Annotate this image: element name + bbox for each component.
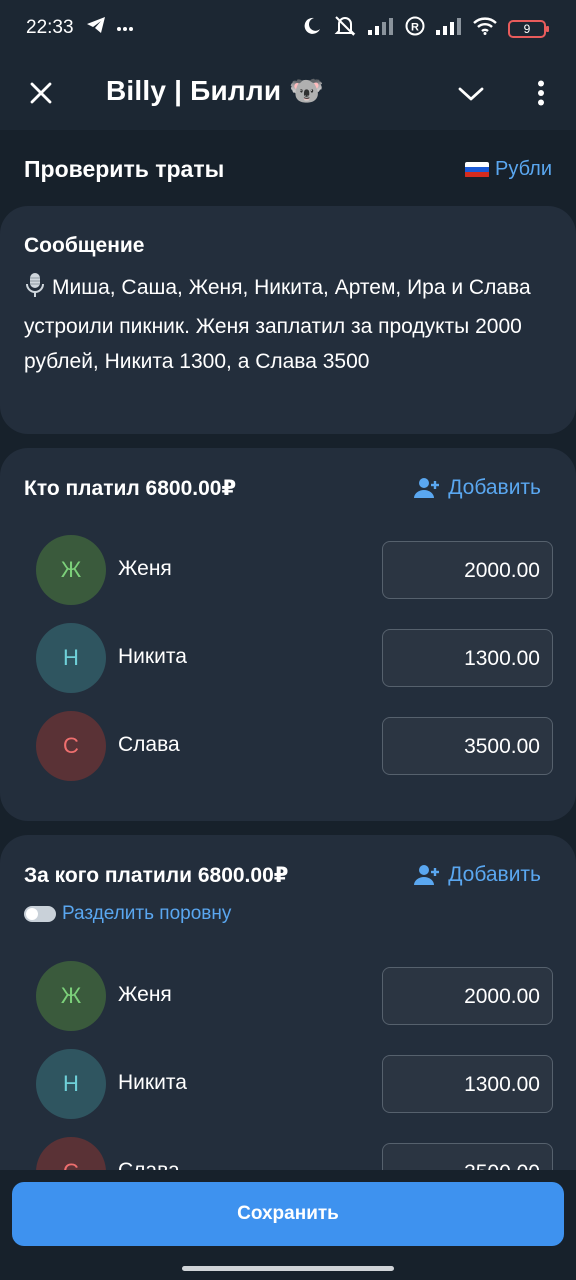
signal-icon [368,17,394,40]
avatar: Н [36,623,106,693]
payers-card: Кто платил 6800.00₽ Добавить Ж Женя 2000… [0,448,576,821]
currency-label: Рубли [495,158,552,180]
app-title: Billy | Билли 🐨 [106,75,325,106]
add-payee-label: Добавить [448,863,541,886]
payee-amount-input[interactable]: 1300.00 [382,1055,553,1113]
payers-title: Кто платил 6800.00₽ [24,477,237,500]
payee-amount-input[interactable]: 2000.00 [382,967,553,1025]
silent-icon [333,15,357,42]
battery-icon: 9 [508,19,549,38]
microphone-icon [24,272,46,309]
payees-title: За кого платили 6800.00₽ [24,864,289,887]
payee-name: Никита [118,1071,187,1094]
payer-row: Н Никита 1300.00 [0,623,576,693]
status-bar: 22:33 R 9 [0,0,576,58]
more-notifications-icon [116,19,134,37]
payer-row: С Слава 3500.00 [0,711,576,781]
currency-selector[interactable]: Рубли [465,158,552,181]
message-title: Сообщение [24,234,145,257]
screen: 22:33 R 9 Billy | Билли 🐨 Проверить трат… [0,0,576,1280]
collapse-button[interactable] [452,75,490,113]
payer-amount-input[interactable]: 3500.00 [382,717,553,775]
status-right-icons: R 9 [302,15,549,42]
avatar: Н [36,1049,106,1119]
payer-name: Никита [118,645,187,668]
payee-row: Н Никита 1300.00 [0,1049,576,1119]
add-payer-button[interactable]: Добавить [414,476,541,500]
message-text-block: Миша, Саша, Женя, Никита, Артем, Ира и С… [24,270,556,379]
home-indicator[interactable] [182,1266,394,1271]
app-header: Billy | Билли 🐨 [0,58,576,130]
payee-row: Ж Женя 2000.00 [0,961,576,1031]
avatar: С [36,711,106,781]
add-payee-button[interactable]: Добавить [414,863,541,887]
russia-flag-icon [465,161,490,178]
telegram-icon [86,16,106,39]
payer-amount-input[interactable]: 2000.00 [382,541,553,599]
message-card: Сообщение Миша, Саша, Женя, Никита, Арте… [0,206,576,434]
avatar: Ж [36,961,106,1031]
message-text: Миша, Саша, Женя, Никита, Артем, Ира и С… [24,276,531,373]
add-person-icon [414,865,440,885]
page-title: Проверить траты [24,156,225,182]
payer-row: Ж Женя 2000.00 [0,535,576,605]
more-menu-button[interactable] [524,73,558,113]
split-equally-label[interactable]: Разделить поровну [62,903,231,925]
close-icon [30,82,52,104]
more-vertical-icon [538,80,544,106]
payee-name: Женя [118,983,172,1006]
save-button[interactable]: Сохранить [12,1182,564,1246]
signal-2-icon [436,17,462,40]
payer-name: Слава [118,733,180,756]
split-equally-toggle[interactable] [24,906,56,922]
chevron-down-icon [458,87,484,101]
close-button[interactable] [22,74,60,112]
payer-name: Женя [118,557,172,580]
do-not-disturb-icon [302,16,322,41]
add-person-icon [414,478,440,498]
wifi-icon [473,17,497,40]
add-payer-label: Добавить [448,476,541,499]
registered-icon: R [405,16,425,41]
split-equally-row: Разделить поровну [24,903,231,925]
payer-amount-input[interactable]: 1300.00 [382,629,553,687]
avatar: Ж [36,535,106,605]
svg-text:R: R [411,22,419,34]
status-left-icons [86,16,134,39]
status-time: 22:33 [26,17,74,38]
footer: Сохранить [0,1170,576,1280]
battery-level: 9 [523,21,531,36]
